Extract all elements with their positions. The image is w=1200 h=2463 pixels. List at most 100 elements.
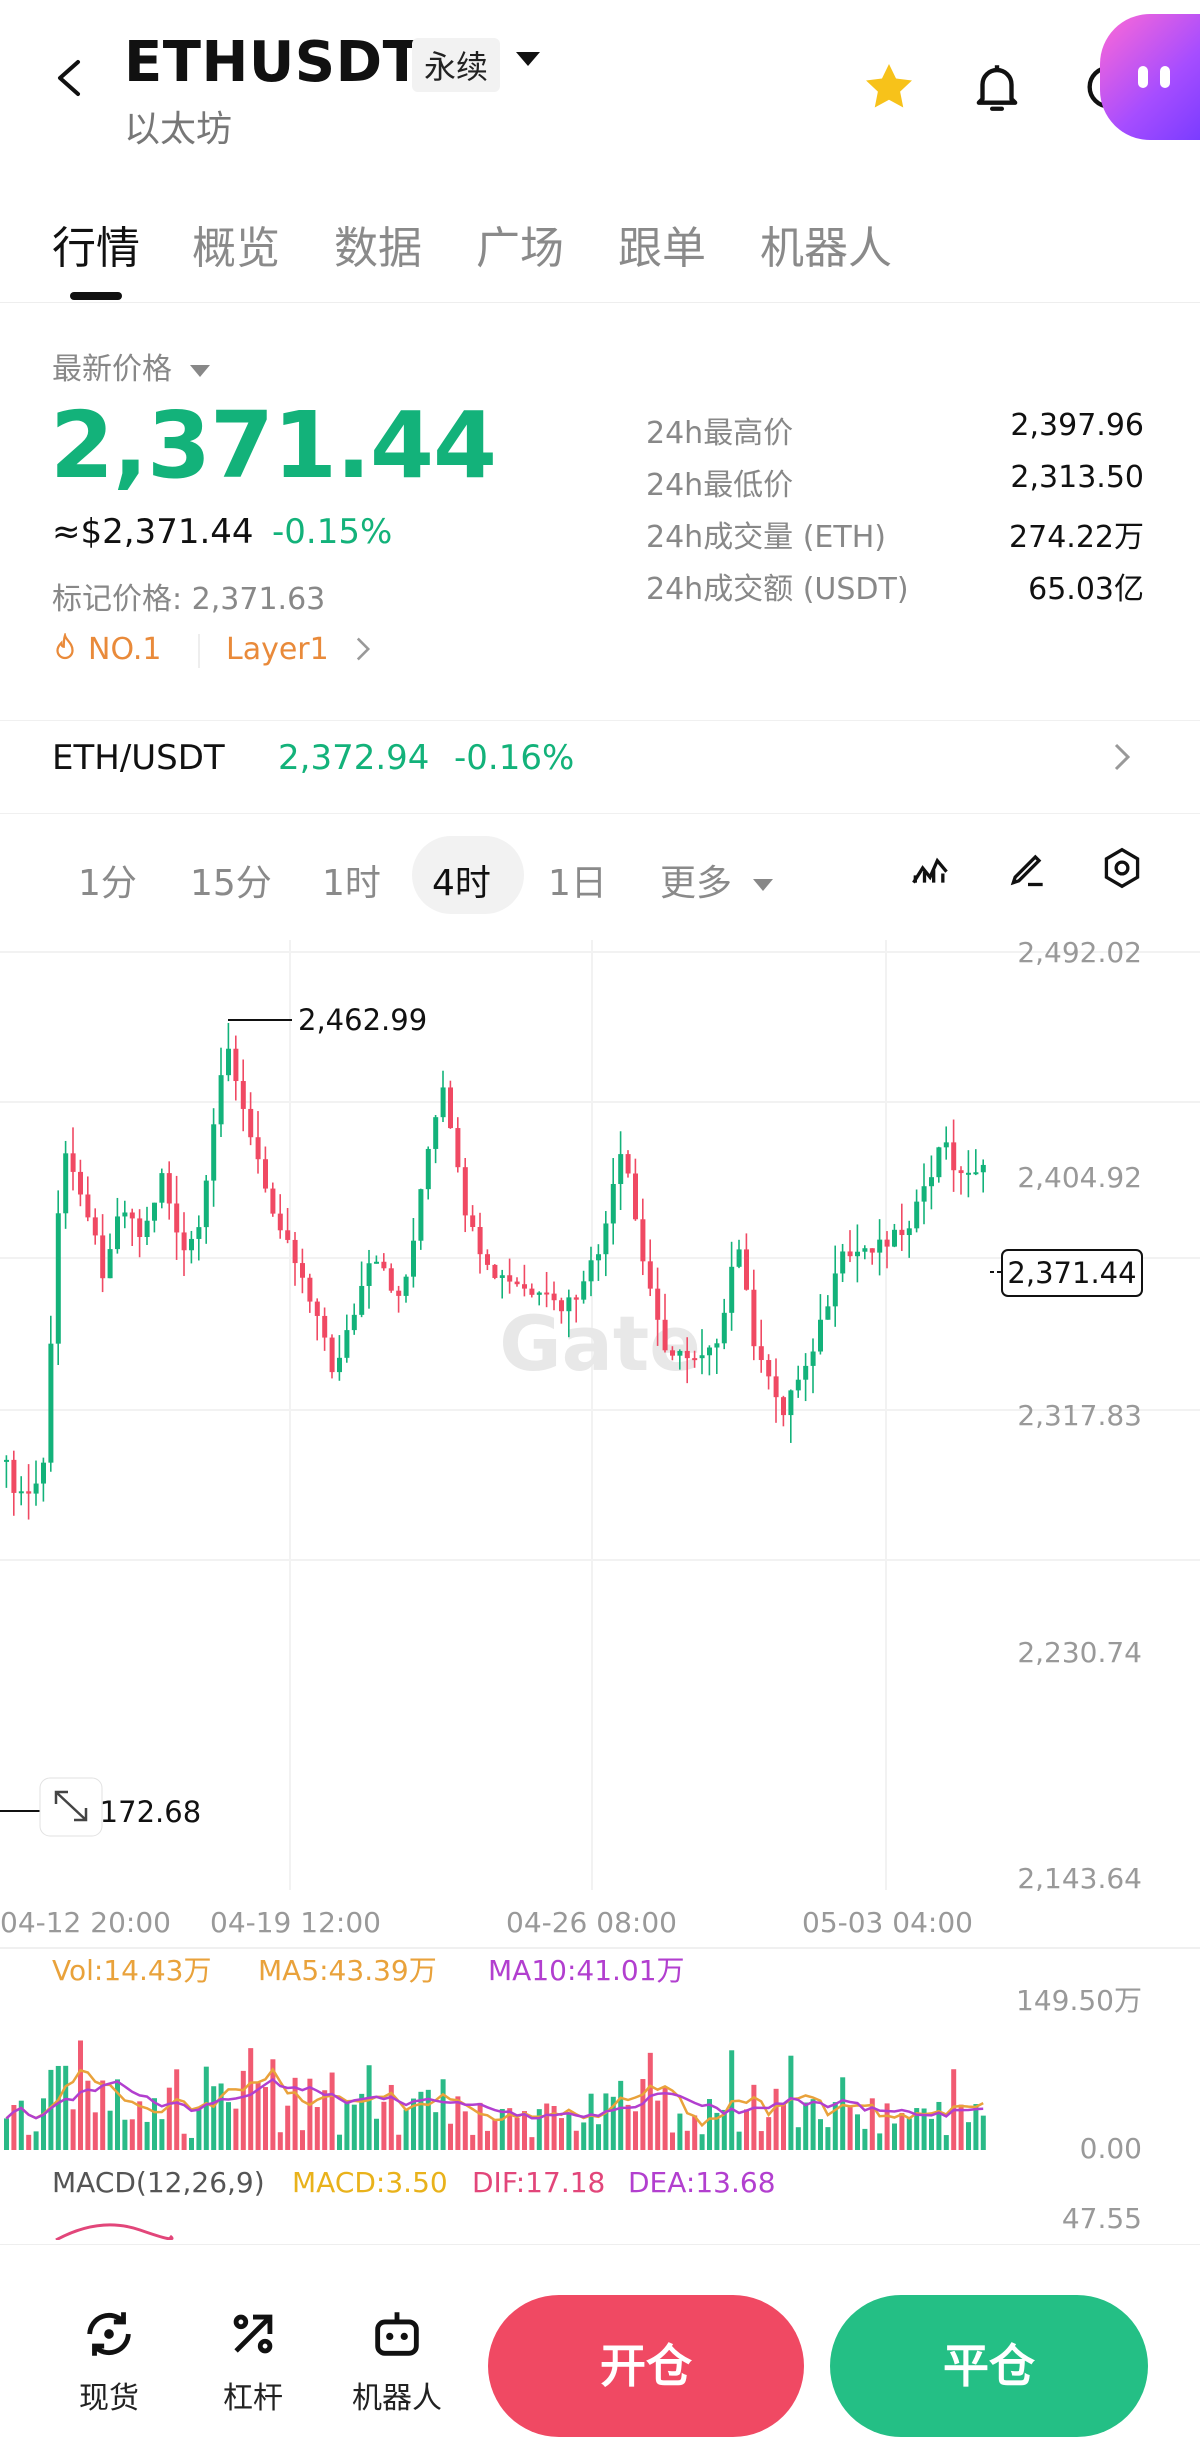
nav-spot-label: 现货 <box>79 2381 139 2416</box>
candle-body <box>455 1128 461 1168</box>
candle-body <box>285 1230 291 1240</box>
symbol-title[interactable]: ETHUSDT <box>124 30 421 95</box>
candle-body <box>677 1350 683 1356</box>
rank-badge[interactable]: NO.1 <box>52 631 161 667</box>
candle-body <box>744 1249 749 1290</box>
volume-bar <box>529 2137 535 2150</box>
candle-body <box>714 1343 720 1348</box>
volume-bar <box>181 2133 187 2150</box>
candle-body <box>203 1180 209 1228</box>
volume-bar <box>640 2079 646 2150</box>
spot-icon <box>87 2312 131 2356</box>
volume-bar <box>662 2087 668 2150</box>
volume-bar <box>929 2118 934 2150</box>
candle-body <box>499 1275 505 1278</box>
spot-pair-change: -0.16% <box>454 738 575 778</box>
tab-overview[interactable]: 概览 <box>192 212 280 276</box>
volume-bar <box>670 2132 675 2150</box>
volume-bar <box>559 2118 564 2150</box>
candlestick-chart[interactable]: Gate 2,492.02 2,404.92 2,317.83 2,230.74… <box>0 940 1200 2240</box>
indicator-icon[interactable] <box>908 846 952 894</box>
volume-bar <box>226 2102 231 2150</box>
volume-bar <box>633 2111 638 2150</box>
candle-body <box>226 1048 231 1076</box>
volume-bar <box>33 2131 39 2150</box>
settings-icon[interactable] <box>1100 846 1144 894</box>
tab-data[interactable]: 数据 <box>334 212 422 276</box>
volume-bar <box>203 2066 209 2150</box>
candle-body <box>359 1285 365 1315</box>
chevron-down-icon[interactable] <box>516 52 540 66</box>
y-tick-label: 2,317.83 <box>1017 1399 1142 1432</box>
back-arrow-icon[interactable] <box>50 58 90 98</box>
open-position-button[interactable]: 开仓 <box>488 2295 804 2437</box>
candle-body <box>174 1203 180 1233</box>
candle-body <box>26 1491 32 1494</box>
margin-icon <box>233 2314 273 2354</box>
category-tag[interactable]: Layer1 <box>226 632 372 667</box>
last-price-tag: 2,371.44 <box>1007 1256 1136 1290</box>
nav-margin[interactable]: 杠杆 <box>198 2305 308 2417</box>
usd-price: ≈$2,371.44 <box>52 512 254 552</box>
tab-bot[interactable]: 机器人 <box>760 212 892 276</box>
candle-body <box>366 1263 372 1286</box>
candle-body <box>536 1292 542 1295</box>
volume-bar <box>396 2134 402 2150</box>
x-tick-label: 04-19 12:00 <box>210 1906 381 1939</box>
volume-bar <box>684 2130 690 2150</box>
volume-bar <box>958 2104 964 2150</box>
volume-bar <box>403 2109 409 2150</box>
candle-body <box>477 1227 483 1255</box>
close-position-button[interactable]: 平仓 <box>830 2295 1148 2437</box>
candle-body <box>292 1239 298 1264</box>
stat-value: 65.03亿 <box>1028 572 1144 607</box>
candle-body <box>344 1330 350 1358</box>
volume-bar <box>603 2093 609 2150</box>
vol-ma5-label: MA5:43.39万 <box>258 1954 437 1987</box>
candle-body <box>115 1216 120 1250</box>
candle-body <box>248 1108 254 1138</box>
x-tick-label: 04-12 20:00 <box>0 1906 171 1939</box>
macd-value: MACD:3.50 <box>292 2166 448 2199</box>
timeframe-more[interactable]: 更多 <box>660 854 774 906</box>
candle-body <box>929 1177 934 1187</box>
candle-body <box>818 1319 823 1352</box>
candle-body <box>396 1290 402 1296</box>
draw-pen-icon[interactable] <box>1006 846 1050 894</box>
candle-body <box>951 1142 957 1171</box>
nav-bot-label: 机器人 <box>352 2381 442 2416</box>
candle-body <box>189 1238 194 1251</box>
candle-body <box>855 1251 860 1257</box>
nav-bot[interactable]: 机器人 <box>342 2305 452 2417</box>
timeframe-1m[interactable]: 1分 <box>78 854 137 906</box>
nav-spot[interactable]: 现货 <box>54 2305 164 2417</box>
tab-market[interactable]: 行情 <box>52 212 140 276</box>
volume-bar <box>788 2055 794 2150</box>
macd-max-label: 47.55 <box>1062 2202 1142 2235</box>
price-change: -0.15% <box>272 512 393 552</box>
timeframe-15m[interactable]: 15分 <box>190 854 272 906</box>
latest-price-label[interactable]: 最新价格 <box>52 344 210 388</box>
timeframe-4h[interactable]: 4时 <box>432 854 491 906</box>
volume-bar <box>322 2090 328 2150</box>
candle-body <box>433 1117 439 1149</box>
candle-body <box>699 1355 705 1359</box>
volume-bar <box>566 2112 572 2150</box>
timeframe-1h[interactable]: 1时 <box>322 854 381 906</box>
vol-ma10-label: MA10:41.01万 <box>488 1954 685 1987</box>
bell-icon[interactable] <box>968 58 1026 116</box>
tab-square[interactable]: 广场 <box>476 212 564 276</box>
tab-copy-trade[interactable]: 跟单 <box>618 212 706 276</box>
contract-type-badge[interactable]: 永续 <box>412 38 501 92</box>
volume-bar <box>240 2070 246 2150</box>
candle-body <box>721 1312 727 1344</box>
candle-body <box>633 1173 638 1220</box>
volume-bar <box>699 2134 705 2150</box>
candle-body <box>869 1248 875 1253</box>
chevron-right-icon[interactable] <box>1112 742 1132 776</box>
candle-body <box>692 1358 698 1361</box>
timeframe-1d[interactable]: 1日 <box>548 854 607 906</box>
assistant-avatar-icon[interactable] <box>1100 14 1200 140</box>
stat-value: 2,313.50 <box>1010 460 1144 495</box>
star-icon[interactable] <box>860 58 918 116</box>
